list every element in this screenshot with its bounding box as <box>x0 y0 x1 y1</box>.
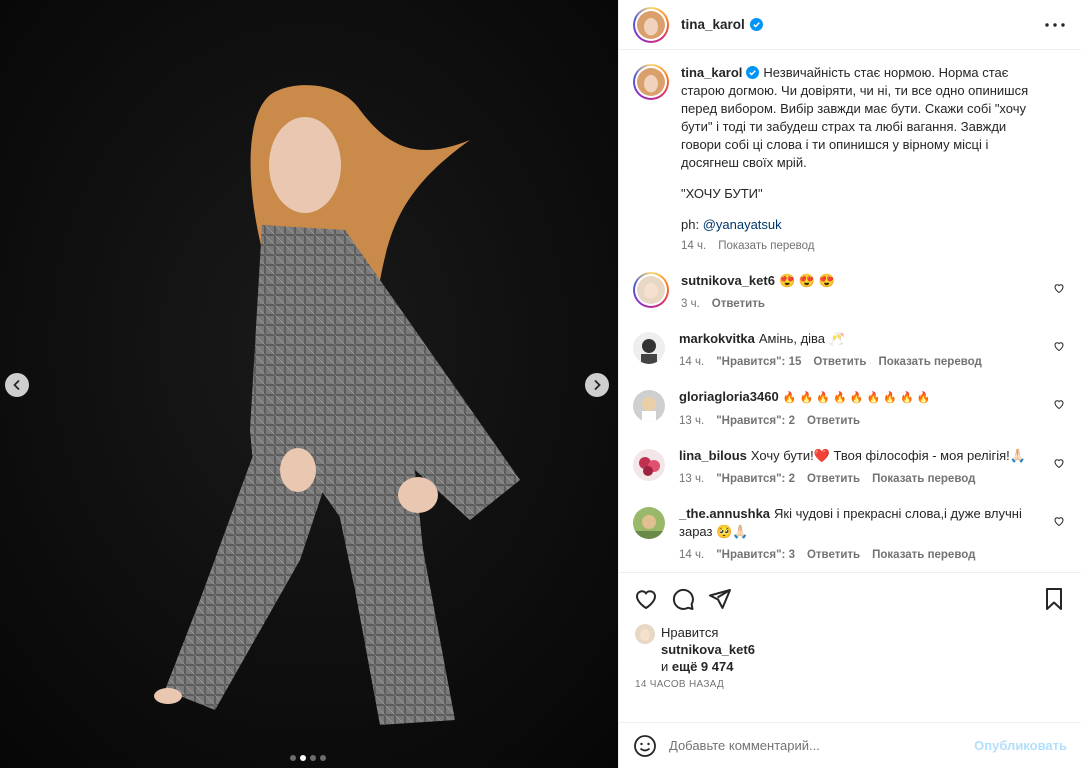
comment-text: 🔥 🔥 🔥 🔥 🔥 🔥 🔥 🔥 🔥 <box>782 392 931 404</box>
more-horizontal-icon <box>1045 22 1065 27</box>
caption-text: Незвичайність стає нормою. Норма стає ст… <box>681 65 1029 170</box>
post-actions-bar <box>619 572 1081 624</box>
comment-item: gloriagloria3460 🔥 🔥 🔥 🔥 🔥 🔥 🔥 🔥 🔥 13 ч. … <box>633 388 1065 427</box>
comment-like-heart-icon[interactable] <box>1053 457 1065 469</box>
likes-section: Нравится sutnikova_ket6 и ещё 9 474 14 ч… <box>619 624 1081 722</box>
carousel-next-button[interactable] <box>585 373 609 397</box>
author-username[interactable]: tina_karol <box>681 17 745 32</box>
comment-item: _the.annushka Які чудові і прекрасні слов… <box>633 505 1065 561</box>
liker-username[interactable]: sutnikova_ket6 <box>661 641 755 658</box>
comment-text: Амінь, діва 🥂 <box>758 331 845 346</box>
verified-badge-icon <box>749 18 763 31</box>
post-header: tina_karol <box>619 0 1081 50</box>
carousel-indicator <box>290 755 326 761</box>
comment-like-heart-icon[interactable] <box>1053 398 1065 410</box>
post-photo <box>0 0 618 768</box>
emoji-smiley-icon[interactable] <box>633 734 657 758</box>
comment-translate-link[interactable]: Показать перевод <box>872 549 975 561</box>
likes-label: Нравится <box>661 625 719 640</box>
caption-translate-link[interactable]: Показать перевод <box>718 240 814 252</box>
chevron-left-icon <box>13 379 20 391</box>
comment-avatar[interactable] <box>633 449 665 481</box>
avatar-image <box>637 10 665 39</box>
post-side-panel: tina_karol tina_karol Незвичайність стає … <box>618 0 1081 768</box>
comment-avatar[interactable] <box>633 390 665 422</box>
caption-time[interactable]: 14 ч. <box>681 240 706 252</box>
verified-badge-icon <box>746 66 760 79</box>
comment-time[interactable]: 13 ч. <box>679 473 704 485</box>
carousel-dot <box>310 755 316 761</box>
comment-reply-button[interactable]: Ответить <box>712 298 765 310</box>
comment-reply-button[interactable]: Ответить <box>807 549 860 561</box>
comment-avatar[interactable] <box>633 507 665 539</box>
comment-username[interactable]: markokvitka <box>679 331 755 346</box>
share-button[interactable] <box>707 586 733 612</box>
comment-like-heart-icon[interactable] <box>1053 340 1065 352</box>
caption-author-avatar[interactable] <box>633 64 669 100</box>
bookmark-icon <box>1046 587 1062 610</box>
comment-likes-count[interactable]: "Нравится": 2 <box>716 415 795 427</box>
comment-item: markokvitka Амінь, діва 🥂 14 ч. "Нравится… <box>633 330 1065 368</box>
post-caption: tina_karol Незвичайність стає нормою. Нор… <box>633 64 1065 252</box>
comment-username[interactable]: _the.annushka <box>679 506 770 521</box>
comments-list[interactable]: tina_karol Незвичайність стає нормою. Нор… <box>619 50 1081 572</box>
comment-time[interactable]: 14 ч. <box>679 356 704 368</box>
comment-reply-button[interactable]: Ответить <box>807 473 860 485</box>
comment-username[interactable]: gloriagloria3460 <box>679 389 779 404</box>
save-button[interactable] <box>1041 586 1067 612</box>
carousel-dot-active <box>300 755 306 761</box>
liker-avatar[interactable] <box>635 624 655 644</box>
likes-others-count[interactable]: ещё 9 474 <box>672 659 734 674</box>
carousel-prev-button[interactable] <box>5 373 29 397</box>
comment-username[interactable]: sutnikova_ket6 <box>681 273 775 288</box>
comment-reply-button[interactable]: Ответить <box>807 415 860 427</box>
comment-likes-count[interactable]: "Нравится": 2 <box>716 473 795 485</box>
comment-like-heart-icon[interactable] <box>1053 282 1065 294</box>
comment-text: 😍 😍 😍 <box>778 273 835 288</box>
more-options-button[interactable] <box>1043 13 1067 37</box>
caption-username[interactable]: tina_karol <box>681 65 742 80</box>
comment-like-heart-icon[interactable] <box>1053 515 1065 527</box>
comment-time[interactable]: 3 ч. <box>681 298 700 310</box>
comment-item: sutnikova_ket6 😍 😍 😍 3 ч. Ответить <box>633 272 1065 310</box>
comment-button[interactable] <box>670 586 696 612</box>
comment-bubble-icon <box>672 588 694 610</box>
carousel-dot <box>290 755 296 761</box>
heart-icon <box>636 589 656 609</box>
post-time-ago[interactable]: 14 часов назад <box>635 679 1065 690</box>
comment-translate-link[interactable]: Показать перевод <box>872 473 975 485</box>
comment-time[interactable]: 14 ч. <box>679 549 704 561</box>
caption-quote: "ХОЧУ БУТИ" <box>681 186 763 201</box>
like-button[interactable] <box>633 586 659 612</box>
comment-translate-link[interactable]: Показать перевод <box>879 356 982 368</box>
photo-credit-label: ph: <box>681 217 703 232</box>
comment-item: lina_bilous Хочу бути!❤️ Твоя філософія -… <box>633 447 1065 485</box>
comment-text: Хочу бути!❤️ Твоя філософія - моя релігі… <box>750 448 1026 463</box>
carousel-dot <box>320 755 326 761</box>
likes-and-prefix: и <box>661 659 672 674</box>
photo-credit-mention[interactable]: @yanayatsuk <box>703 217 782 232</box>
comment-input[interactable] <box>669 738 975 753</box>
publish-button[interactable]: Опубликовать <box>974 738 1067 753</box>
comment-avatar[interactable] <box>633 332 665 364</box>
author-avatar[interactable] <box>633 6 669 43</box>
comment-time[interactable]: 13 ч. <box>679 415 704 427</box>
paper-plane-icon <box>709 588 731 609</box>
comment-likes-count[interactable]: "Нравится": 15 <box>716 356 801 368</box>
comment-reply-button[interactable]: Ответить <box>813 356 866 368</box>
comment-username[interactable]: lina_bilous <box>679 448 747 463</box>
chevron-right-icon <box>594 379 601 391</box>
comment-likes-count[interactable]: "Нравится": 3 <box>716 549 795 561</box>
comment-composer: Опубликовать <box>619 722 1081 768</box>
post-media[interactable] <box>0 0 618 768</box>
comment-avatar[interactable] <box>633 272 669 308</box>
